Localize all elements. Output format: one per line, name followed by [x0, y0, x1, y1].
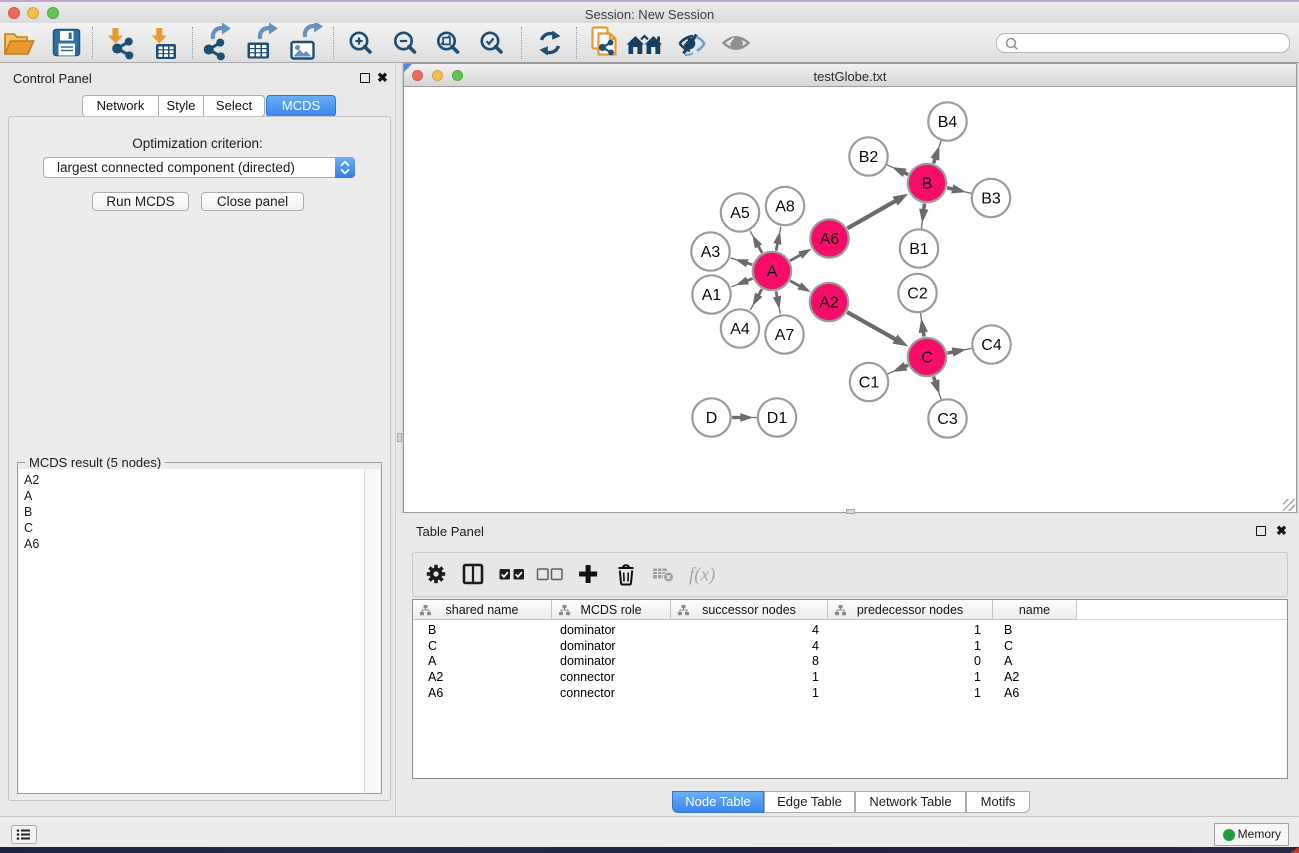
svg-text:A6: A6	[820, 231, 840, 248]
svg-text:A3: A3	[701, 244, 721, 261]
svg-text:D: D	[706, 410, 718, 427]
svg-text:C: C	[921, 350, 933, 367]
svg-text:B1: B1	[909, 241, 929, 258]
svg-text:A7: A7	[775, 327, 795, 344]
svg-text:B: B	[922, 176, 933, 193]
svg-text:A8: A8	[775, 199, 795, 216]
svg-text:B3: B3	[981, 191, 1001, 208]
svg-text:f(x): f(x)	[689, 565, 715, 586]
svg-text:B4: B4	[938, 114, 958, 131]
svg-text:C4: C4	[981, 337, 1002, 354]
svg-text:A2: A2	[819, 295, 839, 312]
svg-text:D1: D1	[767, 410, 788, 427]
svg-text:C2: C2	[907, 286, 928, 303]
svg-text:A4: A4	[730, 321, 750, 338]
svg-text:A5: A5	[730, 205, 750, 222]
svg-text:C3: C3	[937, 411, 958, 428]
svg-text:C1: C1	[859, 375, 880, 392]
svg-text:A1: A1	[702, 287, 722, 304]
svg-text:B2: B2	[859, 149, 879, 166]
svg-text:A: A	[767, 264, 778, 281]
